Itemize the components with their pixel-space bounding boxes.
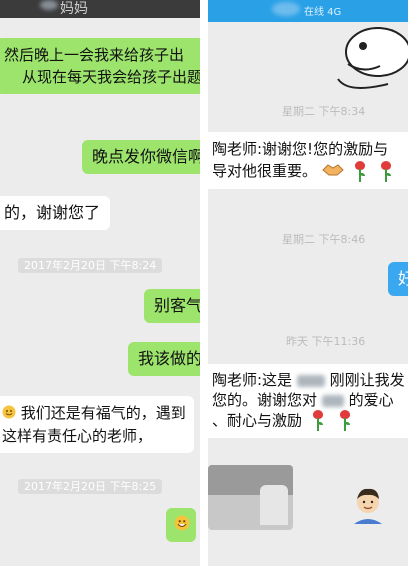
left-header-bar: 妈妈: [0, 0, 200, 18]
message-bubble-white[interactable]: 陶老师:谢谢您!您的激励与 导对他很重要。: [208, 132, 408, 189]
message-text: 这样有责任心的老师，: [2, 426, 153, 445]
message-bubble-green[interactable]: 然后晚上一会我来给孩子出 从现在每天我会给孩子出题: [0, 38, 200, 94]
message-text: 、耐心与激励: [212, 411, 303, 430]
timestamp: 星期二 下午8:34: [282, 103, 365, 119]
rose-icon: [381, 160, 392, 183]
rose-icon: [339, 410, 350, 432]
message-text: 的，谢谢您了: [4, 203, 101, 222]
message-text: 好: [398, 269, 408, 288]
right-chat-panel: 在线 4G 星期二 下午8:34 陶老师:谢谢您!您的激励与 导对他很重要。 星…: [208, 0, 408, 566]
message-bubble-green[interactable]: 晚点发你微信啊: [82, 140, 200, 174]
message-text: 的爱心: [348, 391, 394, 409]
timestamp-text: 星期二 下午8:46: [282, 233, 366, 246]
screenshot-collage: 妈妈 然后晚上一会我来给孩子出 从现在每天我会给孩子出题 晚点发你微信啊 的，谢…: [0, 0, 408, 566]
message-text: 然后晚上一会我来给孩子出: [4, 46, 185, 64]
message-bubble-blue[interactable]: 好: [388, 262, 408, 296]
timestamp-text: 昨天 下午11:36: [286, 335, 366, 348]
message-text: 您的。谢谢您对: [212, 391, 318, 409]
rose-icon: [354, 160, 365, 183]
message-text: 陶老师:谢谢您!您的激励与: [212, 140, 389, 158]
cartoon-sticker-icon: [337, 27, 408, 89]
message-bubble-green[interactable]: 我该做的: [128, 342, 200, 376]
message-bubble-white[interactable]: 陶老师:这是 刚刚让我发 您的。谢谢您对 的爱心 、耐心与激励: [208, 364, 408, 438]
message-text: 导对他很重要。: [212, 162, 318, 180]
timestamp-text: 2017年2月20日 下午8:24: [18, 258, 163, 273]
timestamp: 2017年2月20日 下午8:25: [18, 478, 163, 494]
message-text: 晚点发你微信啊: [92, 147, 200, 166]
message-text: 从现在每天我会给孩子出题: [22, 68, 200, 86]
message-text: 我该做的: [138, 349, 200, 368]
left-chat-panel: 妈妈 然后晚上一会我来给孩子出 从现在每天我会给孩子出题 晚点发你微信啊 的，谢…: [0, 0, 200, 566]
handshake-icon: [322, 161, 344, 183]
message-bubble-green[interactable]: [166, 508, 196, 542]
timestamp-text: 星期二 下午8:34: [282, 105, 366, 118]
message-text: 我们还是有福气的，遇到: [20, 404, 186, 422]
message-text: 陶老师:这是: [212, 371, 293, 389]
message-bubble-white[interactable]: 我们还是有福气的，遇到 这样有责任心的老师，: [0, 396, 194, 453]
image-message-thumbnail[interactable]: [208, 465, 293, 530]
status-text: 在线 4G: [304, 7, 342, 18]
message-bubble-green[interactable]: 别客气: [144, 289, 200, 323]
cartoon-avatar-icon: [354, 488, 382, 524]
blurred-avatar: [272, 2, 300, 16]
chat-title: 妈妈: [60, 1, 88, 17]
timestamp: 昨天 下午11:36: [286, 333, 365, 349]
panel-divider: [200, 0, 208, 566]
timestamp-text: 2017年2月20日 下午8:25: [18, 479, 163, 494]
right-header-bar: 在线 4G: [208, 0, 408, 22]
smile-emoji-icon: [174, 515, 190, 537]
message-text: 刚刚让我发: [329, 371, 405, 389]
message-text: 别客气: [154, 296, 200, 315]
blurred-avatar: [40, 0, 58, 10]
timestamp: 2017年2月20日 下午8:24: [18, 257, 163, 273]
smile-emoji-icon: [2, 403, 16, 425]
message-bubble-white[interactable]: 的，谢谢您了: [0, 196, 111, 230]
redacted-name: [321, 394, 344, 407]
timestamp: 星期二 下午8:46: [282, 231, 365, 247]
redacted-name: [296, 374, 325, 387]
rose-icon: [312, 410, 323, 432]
